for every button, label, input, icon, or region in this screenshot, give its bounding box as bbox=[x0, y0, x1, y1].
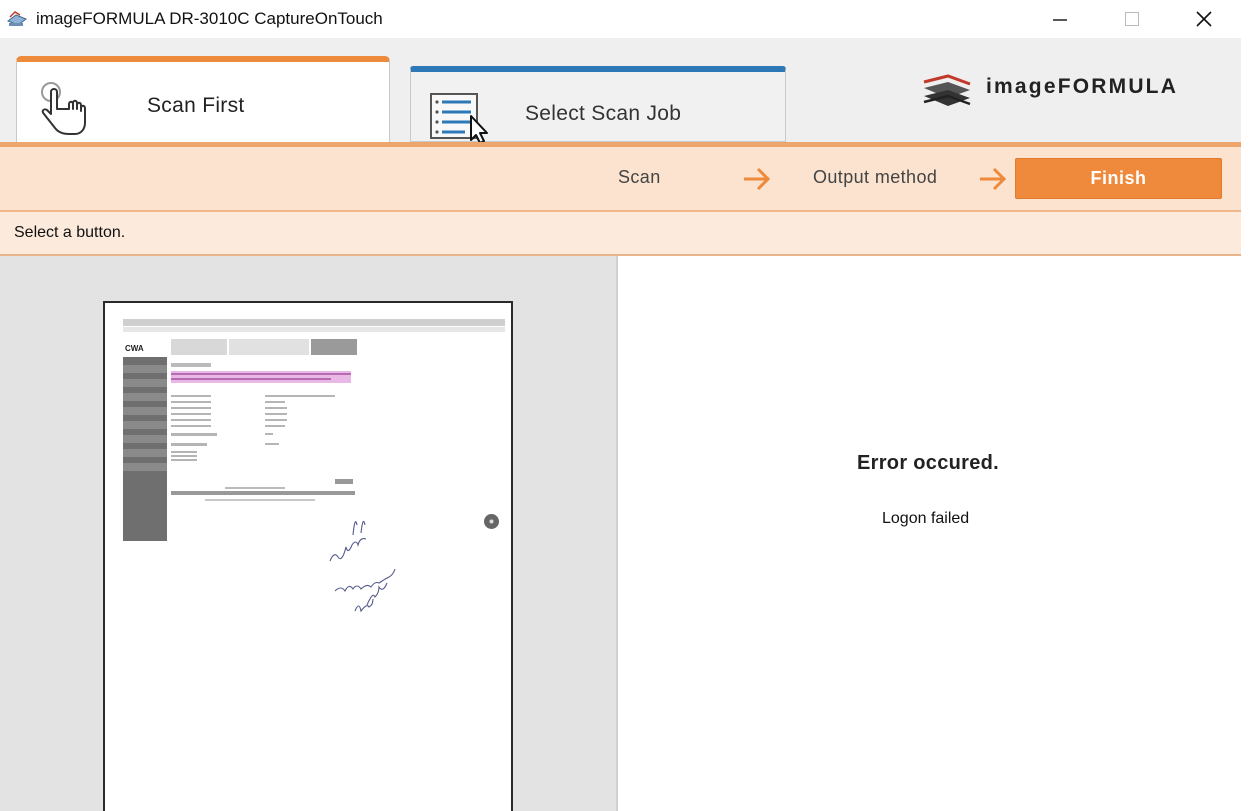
tab-select-scan-job-label: Select Scan Job bbox=[525, 102, 682, 125]
dot-icon bbox=[489, 519, 494, 524]
tab-select-scan-job[interactable]: Select Scan Job bbox=[410, 66, 786, 144]
status-message: Select a button. bbox=[14, 224, 126, 241]
preview-panel: CWA bbox=[0, 256, 618, 811]
arrow-right-icon bbox=[980, 167, 1007, 191]
list-cursor-icon bbox=[430, 93, 488, 144]
imageformula-logo-icon bbox=[923, 74, 971, 106]
error-detail: Logon failed bbox=[882, 510, 970, 527]
close-button[interactable] bbox=[1168, 0, 1240, 38]
error-title: Error occured. bbox=[857, 452, 1000, 474]
tab-scan-first-label: Scan First bbox=[147, 94, 245, 117]
imageformula-logo: imageFORMULA bbox=[920, 72, 1230, 112]
window-title: imageFORMULA DR-3010C CaptureOnTouch bbox=[36, 9, 383, 28]
page-navigation-dot[interactable] bbox=[484, 514, 499, 529]
result-panel: Error occured. Logon failed bbox=[620, 256, 1241, 811]
title-bar: imageFORMULA DR-3010C CaptureOnTouch bbox=[0, 0, 1249, 38]
scanned-page-thumbnail[interactable]: CWA bbox=[103, 301, 513, 811]
scanned-page-image: CWA bbox=[123, 319, 505, 613]
minimize-button[interactable] bbox=[1024, 0, 1096, 38]
brand-name: imageFORMULA bbox=[986, 75, 1179, 98]
step-bar: Scan Output method Finish bbox=[0, 142, 1241, 212]
arrow-right-icon bbox=[744, 167, 771, 191]
maximize-icon bbox=[1125, 12, 1139, 26]
close-icon bbox=[1196, 11, 1212, 27]
hand-pointer-icon bbox=[41, 82, 86, 135]
minimize-icon bbox=[1053, 19, 1067, 21]
header: Scan First Select Scan Job imageFORMULA bbox=[0, 38, 1241, 148]
window-edge bbox=[1241, 0, 1249, 811]
finish-button[interactable]: Finish bbox=[1015, 158, 1222, 199]
scanner-app-icon bbox=[6, 11, 28, 26]
step-output-method: Output method bbox=[813, 167, 938, 187]
tab-scan-first[interactable]: Scan First bbox=[16, 56, 390, 148]
status-bar: Select a button. bbox=[0, 212, 1241, 256]
svg-text:CWA: CWA bbox=[125, 344, 144, 353]
maximize-button[interactable] bbox=[1096, 0, 1168, 38]
step-scan: Scan bbox=[618, 167, 661, 187]
